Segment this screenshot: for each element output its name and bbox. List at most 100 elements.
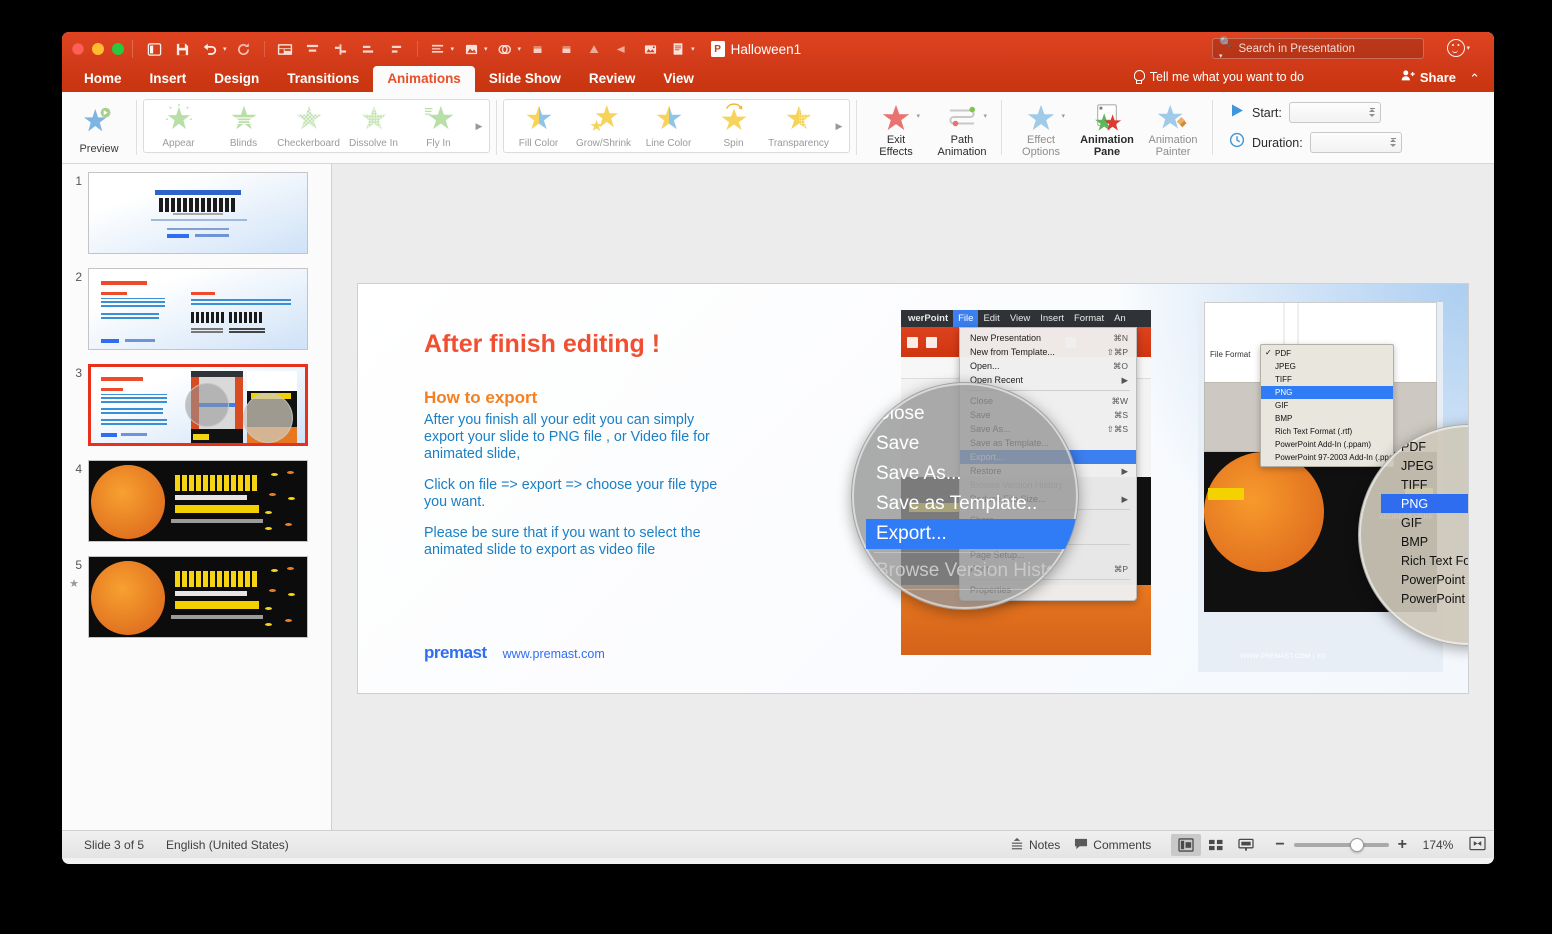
smiley-icon[interactable] (1447, 39, 1466, 57)
tab-home[interactable]: Home (70, 66, 136, 92)
slideshow-button[interactable] (1231, 834, 1261, 856)
close-window-button[interactable] (72, 43, 84, 55)
redo-icon[interactable] (231, 37, 257, 61)
tell-me-button[interactable]: Tell me what you want to do (1133, 70, 1304, 84)
emphasis-effects-gallery[interactable]: Fill Color Grow/Shrink Line Color Spin T… (503, 99, 850, 153)
align-bottom-icon[interactable] (384, 37, 410, 61)
effect-options-button[interactable]: ▾ Effect Options (1008, 96, 1074, 163)
effect-grow-shrink[interactable]: Grow/Shrink (571, 99, 636, 153)
thumbnail-row-1[interactable]: 1 (62, 172, 331, 254)
effect-appear[interactable]: Appear (146, 99, 211, 153)
collapse-ribbon-icon[interactable]: ⌃ (1469, 71, 1480, 87)
entrance-gallery-more-button[interactable]: ▶ (471, 100, 487, 152)
window-controls[interactable] (72, 43, 124, 55)
thumbnail-slide-3[interactable] (88, 364, 308, 446)
zoom-window-button[interactable] (112, 43, 124, 55)
fit-slide-button[interactable] (1469, 836, 1486, 854)
tab-insert[interactable]: Insert (136, 66, 201, 92)
zoom-slider-handle[interactable] (1349, 837, 1364, 852)
align-center-icon[interactable] (328, 37, 354, 61)
duration-input[interactable] (1309, 132, 1402, 153)
share-button[interactable]: Share (1401, 69, 1456, 85)
effect-transparency[interactable]: Transparency (766, 99, 831, 153)
slide-editing-area[interactable]: After finish editing ! How to export Aft… (332, 164, 1494, 830)
undo-dropdown-caret[interactable]: ▾ (223, 45, 227, 53)
send-backward-icon[interactable] (609, 37, 635, 61)
zoom-in-button[interactable]: + (1398, 836, 1407, 852)
thumbnail-slide-2[interactable] (88, 268, 308, 350)
effect-blinds[interactable]: Blinds (211, 99, 276, 153)
search-input[interactable] (1238, 42, 1417, 55)
effect-line-color[interactable]: Line Color (636, 99, 701, 153)
exit-effects-caret-icon[interactable]: ▾ (916, 112, 920, 120)
effect-fill-color[interactable]: Fill Color (506, 99, 571, 153)
zoom-slider[interactable] (1293, 837, 1389, 852)
align-top-icon[interactable] (300, 37, 326, 61)
tab-animations[interactable]: Animations (373, 66, 475, 92)
rotate-right-icon[interactable] (553, 37, 579, 61)
slide-canvas[interactable]: After finish editing ! How to export Aft… (358, 284, 1468, 693)
slide-title[interactable]: After finish editing ! (424, 330, 660, 359)
tab-transitions[interactable]: Transitions (273, 66, 373, 92)
minimize-window-button[interactable] (92, 43, 104, 55)
path-animation-button[interactable]: ▾ Path Animation (929, 96, 995, 163)
animation-painter-button[interactable]: Animation Painter (1140, 96, 1206, 163)
effect-checkerboard[interactable]: Checkerboard (276, 99, 341, 153)
feedback-button[interactable]: ▾ (1447, 39, 1472, 57)
tab-view[interactable]: View (649, 66, 708, 92)
effect-options-caret-icon[interactable]: ▾ (1061, 112, 1065, 120)
animation-indicator-icon[interactable]: ★ (66, 577, 82, 590)
entrance-effects-gallery[interactable]: Appear Blinds Checkerboard Dissolve In F… (143, 99, 490, 153)
zoom-control[interactable]: − + 174% (1275, 836, 1486, 854)
tab-slide-show[interactable]: Slide Show (475, 66, 575, 92)
slide-subtitle[interactable]: How to export (424, 388, 537, 408)
notes-button[interactable]: Notes (1010, 837, 1060, 853)
language-indicator[interactable]: English (United States) (166, 838, 289, 852)
start-input[interactable] (1288, 102, 1381, 123)
normal-view-button[interactable] (1171, 833, 1202, 856)
search-box[interactable]: 🔍▾ (1212, 37, 1424, 60)
more-commands-caret[interactable]: ▾ (691, 45, 695, 53)
thumbnail-row-2[interactable]: 2 (62, 268, 331, 350)
shapes-icon[interactable] (492, 37, 518, 61)
thumbnail-slide-5[interactable] (88, 556, 308, 638)
effect-spin[interactable]: Spin (701, 99, 766, 153)
media-icon[interactable] (637, 37, 663, 61)
save-icon[interactable] (169, 37, 195, 61)
presentation-icon[interactable] (272, 37, 298, 61)
text-box-icon[interactable] (665, 37, 691, 61)
new-slide-icon[interactable] (141, 37, 167, 61)
start-stepper-icon[interactable] (1367, 104, 1378, 121)
thumbnail-row-3[interactable]: 3 (62, 364, 331, 446)
slide-sorter-button[interactable] (1201, 834, 1231, 856)
undo-icon[interactable] (197, 37, 223, 61)
tab-review[interactable]: Review (575, 66, 650, 92)
tab-design[interactable]: Design (200, 66, 273, 92)
smiley-caret-icon[interactable]: ▾ (1466, 44, 1470, 52)
picture-icon[interactable] (458, 37, 484, 61)
thumbnail-row-4[interactable]: 4 (62, 460, 331, 542)
emphasis-gallery-more-button[interactable]: ▶ (831, 100, 847, 152)
arrange-dropdown-caret[interactable]: ▾ (451, 45, 455, 53)
effect-fly-in[interactable]: Fly In (406, 99, 471, 153)
duration-stepper-icon[interactable] (1388, 134, 1399, 151)
flip-icon[interactable] (581, 37, 607, 61)
zoom-out-button[interactable]: − (1275, 836, 1284, 852)
arrange-icon[interactable] (425, 37, 451, 61)
thumbnail-row-5[interactable]: 5 ★ (62, 556, 331, 638)
preview-button[interactable]: ▾ Preview (68, 96, 130, 163)
thumbnail-slide-1[interactable] (88, 172, 308, 254)
shapes-dropdown-caret[interactable]: ▾ (518, 45, 522, 53)
view-buttons[interactable] (1171, 833, 1261, 856)
path-animation-caret-icon[interactable]: ▾ (983, 112, 987, 120)
slide-thumbnail-panel[interactable]: 1 2 3 4 5 ★ (62, 164, 332, 830)
picture-dropdown-caret[interactable]: ▾ (484, 45, 488, 53)
distribute-icon[interactable] (356, 37, 382, 61)
comments-button[interactable]: Comments (1074, 837, 1151, 853)
rotate-left-icon[interactable] (525, 37, 551, 61)
slide-body-text[interactable]: After you finish all your edit you can s… (424, 412, 724, 573)
thumbnail-slide-4[interactable] (88, 460, 308, 542)
effect-dissolve-in[interactable]: Dissolve In (341, 99, 406, 153)
exit-effects-button[interactable]: ▾ Exit Effects (863, 96, 929, 163)
animation-pane-button[interactable]: Animation Pane (1074, 96, 1140, 163)
